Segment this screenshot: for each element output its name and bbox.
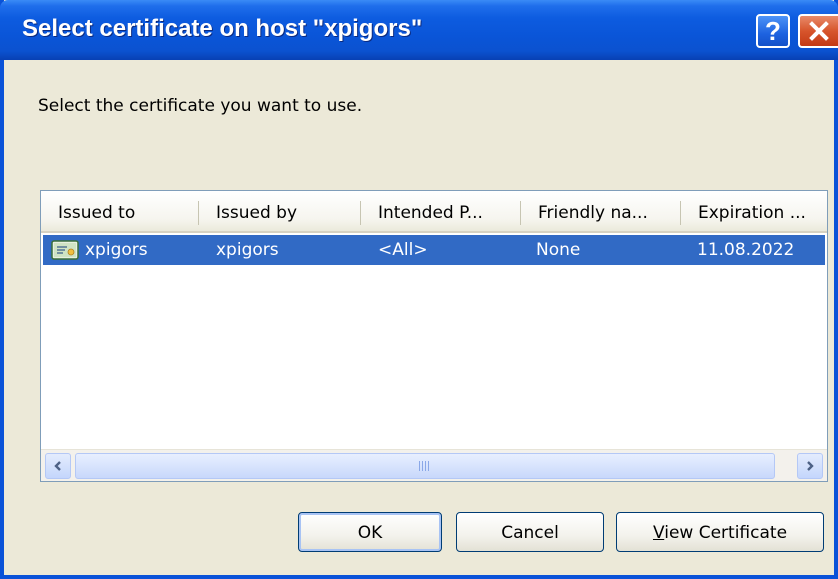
column-header-label: Expiration ... (698, 203, 806, 223)
ok-button[interactable]: OK (298, 512, 442, 552)
horizontal-scrollbar[interactable] (41, 449, 827, 481)
column-header-label: Friendly na... (538, 203, 648, 223)
column-header-issued-by[interactable]: Issued by (199, 191, 361, 231)
dialog-window: Select certificate on host "xpigors" ? S… (0, 0, 838, 579)
close-button[interactable] (798, 14, 838, 48)
scroll-left-button[interactable] (45, 453, 71, 479)
column-header-expiration[interactable]: Expiration ... (681, 191, 827, 231)
view-certificate-label: View Certificate (652, 523, 788, 543)
cell-issued-to: xpigors (85, 240, 148, 260)
help-icon: ? (765, 15, 781, 46)
table-row[interactable]: xpigors xpigors <All> None 11.08.2022 (43, 235, 825, 265)
column-header-label: Issued by (216, 203, 298, 223)
certificate-icon (51, 240, 79, 260)
scroll-thumb[interactable] (75, 453, 775, 479)
arrow-left-icon (54, 461, 61, 471)
window-title: Select certificate on host "xpigors" (22, 15, 423, 42)
arrow-right-icon (807, 461, 814, 471)
certificate-list[interactable]: Issued to Issued by Intended P... Friend… (40, 190, 828, 482)
column-header-label: Issued to (58, 203, 136, 223)
column-header-label: Intended P... (378, 203, 483, 223)
scroll-right-button[interactable] (797, 453, 823, 479)
column-header-issued-to[interactable]: Issued to (41, 191, 199, 231)
column-header-friendly-name[interactable]: Friendly na... (521, 191, 681, 231)
help-button[interactable]: ? (756, 14, 790, 48)
title-bar[interactable]: Select certificate on host "xpigors" ? (0, 0, 838, 60)
instruction-text: Select the certificate you want to use. (38, 96, 363, 116)
close-icon (809, 21, 829, 41)
cell-friendly-name: None (536, 240, 581, 260)
cancel-button[interactable]: Cancel (456, 512, 604, 552)
list-header: Issued to Issued by Intended P... Friend… (41, 191, 827, 233)
column-header-intended-purposes[interactable]: Intended P... (361, 191, 521, 231)
grip-icon (419, 461, 431, 471)
cell-expiration: 11.08.2022 (697, 240, 795, 260)
cell-issued-by: xpigors (216, 240, 279, 260)
cell-intended-purposes: <All> (378, 240, 428, 260)
view-certificate-button[interactable]: View Certificate (616, 512, 824, 552)
